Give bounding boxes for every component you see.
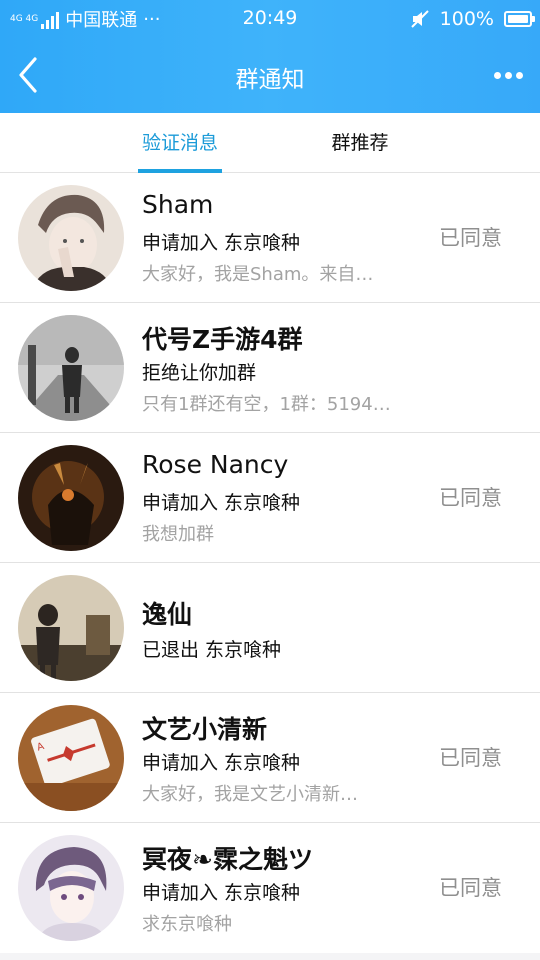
battery-percent: 100% bbox=[439, 8, 494, 30]
navigation-bar: 群通知 bbox=[0, 38, 540, 113]
tab-verification-messages[interactable]: 验证消息 bbox=[130, 113, 230, 173]
page-title: 群通知 bbox=[235, 67, 305, 93]
request-action: 申请加入 东京喰种 bbox=[142, 752, 301, 774]
request-action: 申请加入 东京喰种 bbox=[142, 882, 301, 904]
request-message: 我想加群 bbox=[142, 524, 214, 545]
request-message: 只有1群还有空，1群：5194… bbox=[142, 394, 391, 415]
more-dot-icon bbox=[493, 71, 501, 79]
header: 4G 4G 中国联通 ··· 20:49 100% 群通知 bbox=[0, 0, 540, 113]
sender-name: Rose Nancy bbox=[142, 450, 289, 479]
request-message: 大家好，我是Sham。来自… bbox=[142, 264, 374, 285]
request-action: 拒绝让你加群 bbox=[142, 362, 257, 384]
avatar[interactable] bbox=[18, 575, 124, 681]
request-action: 申请加入 东京喰种 bbox=[142, 232, 301, 254]
mute-icon bbox=[410, 10, 429, 28]
tab-bar: 验证消息 群推荐 bbox=[0, 113, 540, 173]
sender-name: 冥夜❧霂之魁ツ bbox=[142, 845, 313, 874]
avatar[interactable]: A bbox=[18, 705, 124, 811]
request-action: 已退出 东京喰种 bbox=[142, 639, 282, 661]
request-message: 求东京喰种 bbox=[142, 914, 232, 935]
status-right: 100% bbox=[410, 6, 535, 32]
status-label: 已同意 bbox=[439, 746, 502, 770]
status-bar: 4G 4G 中国联通 ··· 20:49 100% bbox=[0, 0, 540, 38]
notification-item[interactable]: Sham 申请加入 东京喰种 大家好，我是Sham。来自… 已同意 bbox=[0, 173, 540, 303]
notification-item[interactable]: 冥夜❧霂之魁ツ 申请加入 东京喰种 求东京喰种 已同意 bbox=[0, 823, 540, 953]
avatar[interactable] bbox=[18, 185, 124, 291]
sender-name: 文艺小清新 bbox=[142, 715, 268, 744]
notification-list: Sham 申请加入 东京喰种 大家好，我是Sham。来自… 已同意 代号Z手游4… bbox=[0, 173, 540, 953]
more-options-button[interactable] bbox=[488, 60, 528, 90]
request-action: 申请加入 东京喰种 bbox=[142, 492, 301, 514]
status-label: 已同意 bbox=[439, 486, 502, 510]
status-label: 已同意 bbox=[439, 876, 502, 900]
notification-item[interactable]: A 文艺小清新 申请加入 东京喰种 大家好，我是文艺小清新… 已同意 bbox=[0, 693, 540, 823]
more-dot-icon bbox=[504, 71, 512, 79]
battery-icon bbox=[504, 11, 535, 27]
notification-item[interactable]: Rose Nancy 申请加入 东京喰种 我想加群 已同意 bbox=[0, 433, 540, 563]
more-dot-icon bbox=[515, 71, 523, 79]
notification-item[interactable]: 代号Z手游4群 拒绝让你加群 只有1群还有空，1群：5194… bbox=[0, 303, 540, 433]
avatar[interactable] bbox=[18, 315, 124, 421]
tab-group-recommendations[interactable]: 群推荐 bbox=[310, 113, 410, 173]
sender-name: Sham bbox=[142, 190, 214, 219]
sender-name: 代号Z手游4群 bbox=[142, 325, 303, 354]
avatar[interactable] bbox=[18, 835, 124, 941]
avatar[interactable] bbox=[18, 445, 124, 551]
status-label: 已同意 bbox=[439, 226, 502, 250]
sender-name: 逸仙 bbox=[142, 600, 193, 629]
request-message: 大家好，我是文艺小清新… bbox=[142, 784, 358, 805]
notification-item[interactable]: 逸仙 已退出 东京喰种 bbox=[0, 563, 540, 693]
